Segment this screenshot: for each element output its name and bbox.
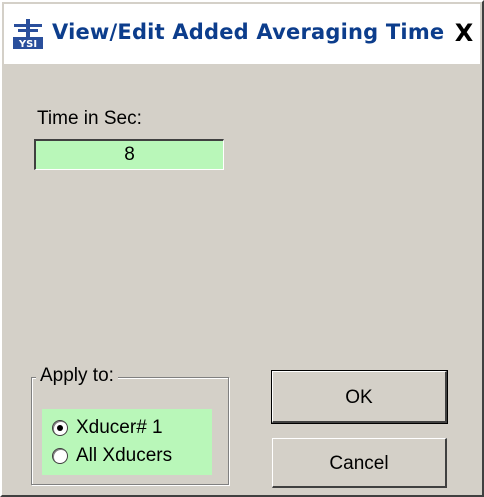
- time-input[interactable]: 8: [34, 139, 224, 170]
- radio-option-xducer-1[interactable]: Xducer# 1: [52, 414, 163, 442]
- radio-button-selected[interactable]: [52, 420, 68, 436]
- ysi-logo-icon: YSI: [12, 18, 44, 50]
- radio-label: All Xducers: [76, 445, 173, 466]
- apply-to-label: Apply to:: [36, 365, 118, 387]
- apply-to-options: Xducer# 1 All Xducers: [42, 409, 212, 475]
- cancel-button[interactable]: Cancel: [272, 438, 447, 488]
- dialog-window: YSI View/Edit Added Averaging Time X Tim…: [0, 0, 484, 497]
- title-bar[interactable]: YSI View/Edit Added Averaging Time X: [4, 4, 480, 64]
- window-title: View/Edit Added Averaging Time: [52, 20, 445, 44]
- time-label: Time in Sec:: [37, 108, 142, 129]
- radio-label: Xducer# 1: [76, 417, 163, 438]
- radio-button[interactable]: [52, 448, 68, 464]
- ysi-logo-text: YSI: [18, 39, 37, 50]
- ok-button[interactable]: OK: [271, 370, 448, 424]
- radio-option-all-xducers[interactable]: All Xducers: [52, 442, 172, 470]
- close-button[interactable]: X: [449, 18, 479, 48]
